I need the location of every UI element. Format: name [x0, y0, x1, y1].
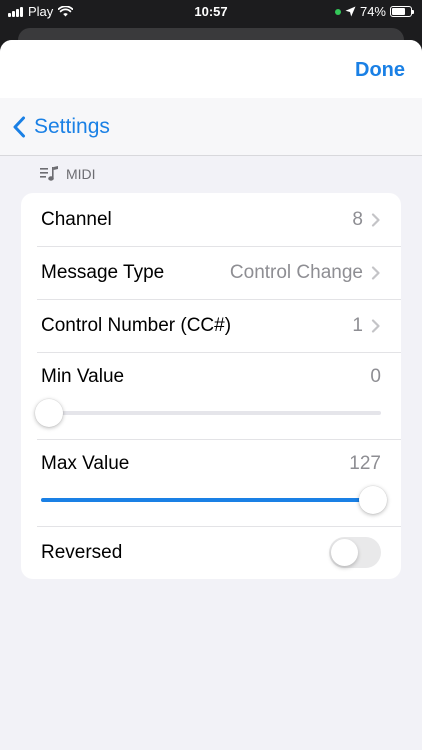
max-value-label: Max Value — [41, 453, 130, 474]
battery-percent: 74% — [359, 4, 386, 19]
back-button[interactable]: Settings — [12, 115, 110, 139]
settings-sheet: Done Settings MIDI Channel 8 Message Typ… — [0, 40, 422, 750]
control-number-value: 1 — [352, 314, 363, 336]
chevron-left-icon — [13, 116, 25, 137]
channel-row[interactable]: Channel 8 — [21, 193, 401, 246]
section-title: MIDI — [66, 166, 96, 182]
max-value-slider[interactable] — [41, 486, 387, 514]
min-value-value: 0 — [370, 366, 381, 387]
done-button[interactable]: Done — [355, 59, 405, 82]
battery-icon — [390, 6, 414, 17]
chevron-right-icon — [371, 265, 380, 280]
min-value-label: Min Value — [41, 366, 125, 387]
max-value-slider-thumb[interactable] — [359, 486, 387, 514]
min-value-slider[interactable] — [35, 399, 381, 427]
min-value-slider-thumb[interactable] — [35, 399, 63, 427]
channel-value: 8 — [352, 208, 363, 230]
battery-fill — [392, 8, 406, 15]
chevron-right-icon — [371, 318, 380, 333]
reversed-toggle-knob — [331, 539, 358, 566]
status-bar-right: 74% — [334, 4, 414, 19]
message-type-value: Control Change — [229, 261, 363, 283]
min-value-row: Min Value 0 — [21, 352, 401, 439]
back-button-label: Settings — [34, 114, 110, 138]
max-value-slider-fill — [41, 498, 381, 502]
location-icon — [345, 6, 356, 17]
privacy-indicator-icon — [334, 8, 341, 15]
channel-label: Channel — [41, 208, 112, 230]
message-type-label: Message Type — [41, 261, 165, 283]
section-header-midi: MIDI — [0, 164, 422, 184]
message-type-row[interactable]: Message Type Control Change — [21, 246, 401, 299]
control-number-row[interactable]: Control Number (CC#) 1 — [21, 299, 401, 352]
midi-settings-group: Channel 8 Message Type Control Change Co… — [21, 193, 401, 579]
navigation-bar: Settings — [0, 98, 422, 156]
reversed-row: Reversed — [21, 526, 401, 579]
reversed-label: Reversed — [41, 541, 123, 563]
reversed-toggle[interactable] — [329, 537, 381, 568]
status-bar: Play 10:57 74% — [0, 0, 422, 26]
max-value-row: Max Value 127 — [21, 439, 401, 526]
sheet-header: Done — [0, 40, 422, 98]
chevron-right-icon — [371, 212, 380, 227]
music-list-icon — [40, 166, 58, 181]
control-number-label: Control Number (CC#) — [41, 314, 232, 336]
max-value-value: 127 — [349, 453, 381, 474]
